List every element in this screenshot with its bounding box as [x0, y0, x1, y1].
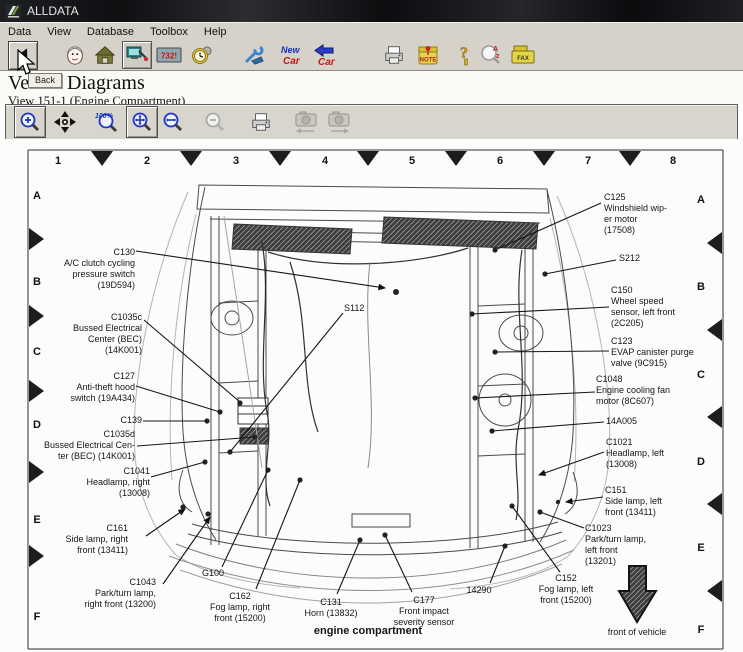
code-badge-text: 732!: [161, 52, 177, 61]
note-icon: NOTE: [416, 43, 440, 67]
scheduler-clock-icon: [190, 43, 214, 67]
zoom-fit-page-icon: [130, 110, 154, 134]
app-icon: [6, 4, 21, 19]
notes-button[interactable]: NOTE: [416, 42, 440, 68]
pan-button[interactable]: [52, 109, 78, 135]
back-button[interactable]: [8, 41, 38, 70]
next-diagram-button: [325, 109, 353, 135]
search-az-icon: A z: [480, 43, 504, 67]
new-car-text-top: New: [281, 45, 301, 55]
code-lookup-button[interactable]: 732!: [156, 42, 182, 68]
help-button[interactable]: ?: [458, 42, 474, 68]
previous-car-button[interactable]: Car: [312, 42, 336, 68]
fax-text: FAX: [517, 56, 529, 62]
main-toolbar: 732! New Car Car: [0, 40, 743, 71]
code-badge-icon: 732!: [156, 45, 182, 65]
diagram-viewport[interactable]: [0, 139, 743, 652]
menu-item-database[interactable]: Database: [79, 25, 142, 39]
viewer-toolbar: 100%: [5, 104, 738, 140]
scan-tool-button[interactable]: [122, 41, 152, 69]
garage-icon: [94, 44, 116, 66]
menu-item-data[interactable]: Data: [0, 25, 39, 39]
zoom-out-button: [202, 109, 228, 135]
menu-item-view[interactable]: View: [39, 25, 79, 39]
zoom-100-label: 100%: [95, 113, 113, 120]
window-title: ALLDATA: [27, 4, 79, 18]
zoom-fit-width-icon: [161, 110, 185, 134]
new-car-button[interactable]: New Car: [278, 42, 304, 68]
search-z-glyph: z: [496, 53, 500, 60]
new-car-icon: New Car: [278, 43, 304, 67]
print-diagram-button[interactable]: [248, 109, 274, 135]
help-key-icon: ?: [458, 43, 474, 67]
previous-car-text: Car: [318, 57, 336, 67]
fax-mail-button[interactable]: FAX: [510, 42, 536, 68]
heading-area: Ve Diagrams View 151-1 (Engine Compartme…: [0, 71, 743, 104]
fax-machine-icon: FAX: [510, 44, 536, 66]
zoom-100-button[interactable]: 100%: [94, 109, 120, 135]
new-car-text-bottom: Car: [283, 56, 301, 67]
zoom-fit-width-button[interactable]: [160, 109, 186, 135]
menu-item-help[interactable]: Help: [196, 25, 235, 39]
previous-diagram-button: [292, 109, 320, 135]
previous-car-icon: Car: [312, 43, 336, 67]
zoom-in-button[interactable]: [14, 106, 46, 138]
service-tools-button[interactable]: [242, 42, 266, 68]
scheduler-button[interactable]: [190, 42, 214, 68]
printer-icon: [382, 44, 406, 66]
search-az-button[interactable]: A z: [480, 42, 504, 68]
back-arrow-icon: [13, 45, 33, 65]
note-text: NOTE: [420, 58, 437, 64]
operator-button[interactable]: [64, 42, 86, 68]
menu-item-toolbox[interactable]: Toolbox: [142, 25, 196, 39]
camera-next-icon: [326, 109, 352, 135]
camera-previous-icon: [293, 109, 319, 135]
scan-tool-icon: [125, 43, 149, 67]
title-bar: ALLDATA: [0, 0, 743, 22]
zoom-fit-page-button[interactable]: [126, 106, 158, 138]
search-a-glyph: A: [493, 46, 498, 53]
printer-icon: [249, 111, 273, 133]
back-tooltip: Back: [28, 73, 62, 88]
hand-tools-icon: [242, 44, 266, 66]
garage-button[interactable]: [94, 42, 116, 68]
print-button[interactable]: [382, 42, 406, 68]
pan-icon: [53, 110, 77, 134]
zoom-out-icon: [203, 110, 227, 134]
zoom-in-icon: [18, 110, 42, 134]
menu-bar: DataViewDatabaseToolboxHelp: [0, 22, 743, 41]
page-title: Diagrams: [67, 72, 145, 95]
clipped-heading-text: Ve: [8, 72, 29, 95]
operator-face-icon: [64, 43, 86, 67]
